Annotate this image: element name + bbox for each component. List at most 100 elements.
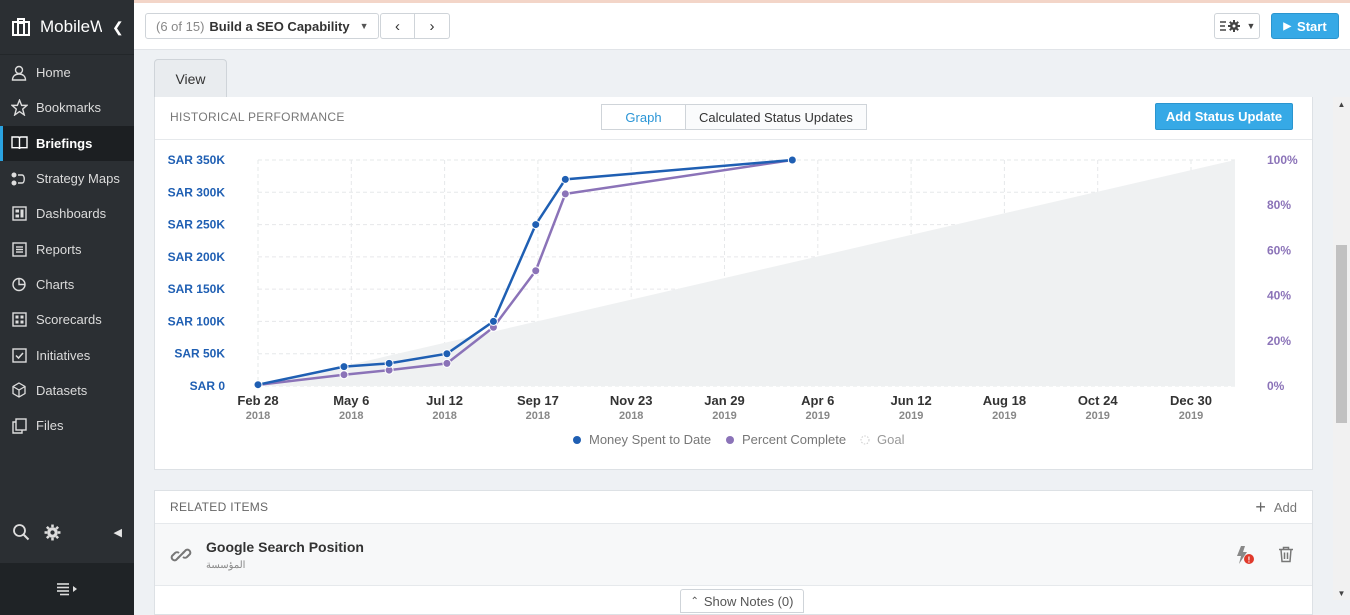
sidebar-item-briefings[interactable]: Briefings — [0, 125, 134, 161]
legend-goal-marker — [860, 435, 870, 445]
chevron-right-icon: › — [429, 17, 435, 35]
y-left-tick-label: SAR 300K — [168, 185, 226, 199]
sidebar-item-label: Scorecards — [36, 312, 102, 328]
sidebar-item-strategy-maps[interactable]: Strategy Maps — [0, 161, 134, 196]
related-items-title: RELATED ITEMS — [170, 500, 269, 514]
book-icon — [10, 134, 28, 152]
money-spent-point — [384, 358, 394, 368]
scrollbar-thumb[interactable] — [1336, 245, 1347, 423]
caret-down-icon: ▼ — [359, 21, 369, 31]
person-icon — [10, 64, 28, 82]
sidebar-item-bookmarks[interactable]: Bookmarks — [0, 90, 134, 125]
x-tick-year: 2018 — [246, 410, 270, 422]
menu-expand-icon[interactable] — [55, 582, 79, 596]
legend-percent-label: Percent Complete — [742, 432, 846, 447]
sidebar-item-scorecards[interactable]: Scorecards — [0, 302, 134, 337]
x-tick-label: Apr 6 — [801, 393, 834, 408]
y-left-tick-label: SAR 200K — [168, 250, 226, 264]
pager: ‹ › — [380, 13, 450, 39]
x-tick-year: 2019 — [806, 410, 830, 422]
related-item-name[interactable]: Google Search Position — [206, 539, 364, 555]
x-tick-year: 2018 — [526, 410, 550, 422]
related-item-subtitle: المؤسسة — [206, 559, 246, 571]
caret-left-icon[interactable]: ◀ — [114, 526, 122, 539]
goal-area — [258, 160, 1235, 386]
y-right-tick-label: 100% — [1267, 153, 1298, 167]
gear-icon[interactable] — [44, 524, 61, 541]
svg-text:!: ! — [1248, 555, 1251, 564]
panel-header: HISTORICAL PERFORMANCE Graph Calculated … — [155, 97, 1312, 140]
y-left-tick-label: SAR 100K — [168, 314, 226, 328]
x-tick-label: Feb 28 — [237, 393, 278, 408]
link-icon — [170, 548, 192, 561]
y-right-tick-label: 0% — [1267, 379, 1285, 393]
options-button[interactable]: ▼ — [1214, 13, 1260, 39]
x-tick-label: Jan 29 — [704, 393, 744, 408]
add-label: Add — [1273, 499, 1297, 515]
logo-icon — [12, 18, 30, 36]
scroll-up-arrow-icon[interactable]: ▲ — [1333, 97, 1350, 111]
checkbox-icon — [10, 346, 28, 364]
percent-complete-point — [442, 358, 452, 368]
next-button[interactable]: › — [415, 13, 450, 39]
app-name: MobileWorks — [40, 17, 102, 36]
sidebar-item-files[interactable]: Files — [0, 408, 134, 443]
x-tick-label: Dec 30 — [1170, 393, 1212, 408]
top-toolbar: (6 of 15) Build a SEO Capability ▼ ‹ › ▼… — [134, 0, 1350, 50]
x-tick-year: 2019 — [1179, 410, 1203, 422]
tab-graph[interactable]: Graph — [601, 104, 686, 130]
sidebar-item-label: Dashboards — [36, 206, 107, 222]
sidebar-item-reports[interactable]: Reports — [0, 231, 134, 266]
sidebar-item-label: Charts — [36, 276, 75, 292]
strategy-map-icon — [10, 170, 28, 188]
star-icon — [10, 99, 28, 117]
sidebar-item-dashboards[interactable]: Dashboards — [0, 196, 134, 231]
percent-complete-point — [531, 266, 541, 276]
x-tick-label: Sep 17 — [517, 393, 559, 408]
scorecard-icon — [10, 311, 28, 329]
sidebar-item-charts[interactable]: Charts — [0, 267, 134, 302]
y-left-tick-label: SAR 0 — [190, 379, 226, 393]
historical-performance-panel: HISTORICAL PERFORMANCE Graph Calculated … — [154, 97, 1313, 470]
sidebar-item-initiatives[interactable]: Initiatives — [0, 337, 134, 372]
sidebar-item-datasets[interactable]: Datasets — [0, 373, 134, 408]
x-tick-year: 2019 — [1085, 410, 1109, 422]
sidebar-item-home[interactable]: Home — [0, 55, 134, 90]
y-left-tick-label: SAR 350K — [168, 153, 226, 167]
x-tick-label: May 6 — [333, 393, 369, 408]
x-tick-label: Oct 24 — [1078, 393, 1119, 408]
start-button[interactable]: ▶ Start — [1271, 13, 1339, 39]
search-icon[interactable] — [12, 523, 30, 541]
tab-calculated-status-updates[interactable]: Calculated Status Updates — [686, 104, 867, 130]
sidebar-item-label: Briefings — [36, 135, 93, 151]
tab-view[interactable]: View — [154, 59, 227, 97]
caret-down-icon: ▼ — [1246, 21, 1256, 31]
vertical-scrollbar[interactable]: ▲ ▼ — [1333, 97, 1350, 600]
x-tick-year: 2018 — [432, 410, 456, 422]
report-icon — [10, 240, 28, 258]
chevron-left-icon[interactable]: ❮ — [112, 19, 124, 36]
scroll-down-arrow-icon[interactable]: ▼ — [1333, 586, 1350, 600]
alert-flash-icon[interactable]: ! — [1234, 545, 1256, 565]
add-related-button[interactable]: + Add — [1255, 497, 1297, 518]
list-item[interactable]: Google Search Position المؤسسة ! — [155, 524, 1312, 586]
initiative-title: Build a SEO Capability — [209, 18, 350, 34]
pie-chart-icon — [10, 275, 28, 293]
x-tick-year: 2018 — [619, 410, 643, 422]
panel-title: HISTORICAL PERFORMANCE — [170, 110, 345, 124]
sidebar-footer — [0, 563, 134, 615]
money-spent-point — [339, 362, 349, 372]
initiative-selector[interactable]: (6 of 15) Build a SEO Capability ▼ — [145, 13, 380, 39]
start-label: Start — [1297, 18, 1327, 34]
trash-icon[interactable] — [1278, 546, 1294, 563]
money-spent-point — [253, 380, 263, 390]
sidebar-nav: Home Bookmarks Briefings Strategy Maps D… — [0, 55, 134, 443]
percent-complete-point — [339, 370, 349, 380]
previous-button[interactable]: ‹ — [380, 13, 415, 39]
show-notes-button[interactable]: ⌃ Show Notes (0) — [680, 589, 804, 613]
money-spent-point — [531, 220, 541, 230]
item-count: (6 of 15) — [156, 18, 205, 34]
x-tick-year: 2019 — [899, 410, 923, 422]
add-status-update-button[interactable]: Add Status Update — [1155, 103, 1293, 130]
sidebar-item-label: Initiatives — [36, 347, 91, 363]
